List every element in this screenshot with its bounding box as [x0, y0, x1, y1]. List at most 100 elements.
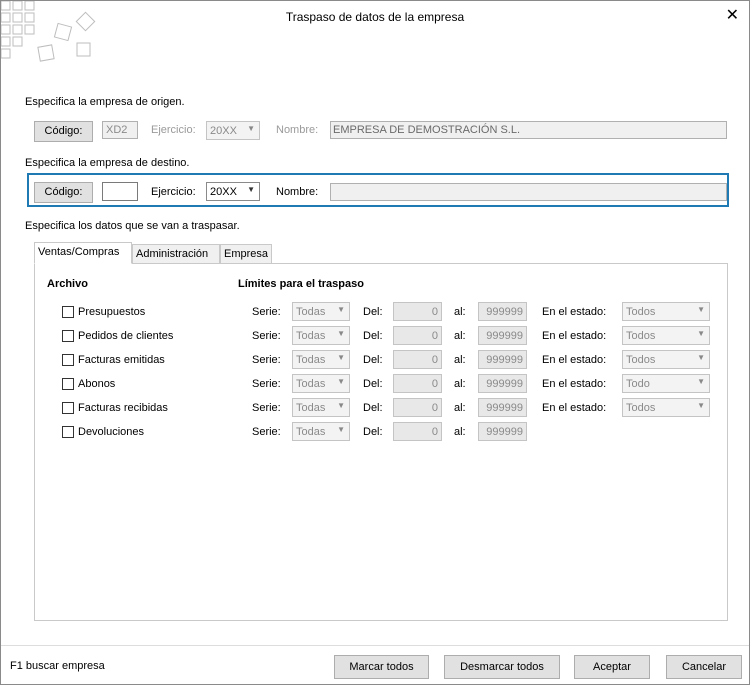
destination-section-label: Especifica la empresa de destino. [25, 157, 190, 169]
estado-select[interactable]: Todos ▼ [622, 326, 710, 345]
al-field[interactable]: 999999 [478, 350, 527, 369]
row-label-facturas-emitidas: Facturas emitidas [78, 354, 165, 366]
checkbox-abonos[interactable] [62, 378, 74, 390]
del-label: Del: [363, 330, 383, 342]
serie-value: Todas [296, 306, 326, 318]
serie-label: Serie: [252, 354, 281, 366]
estado-select[interactable]: Todos ▼ [622, 302, 710, 321]
destination-codigo-field[interactable] [102, 182, 138, 201]
chevron-down-icon: ▼ [697, 329, 705, 338]
estado-select[interactable]: Todos ▼ [622, 350, 710, 369]
estado-value: Todos [626, 402, 656, 414]
destination-codigo-button[interactable]: Código: [34, 182, 93, 203]
checkbox-facturas-emitidas[interactable] [62, 354, 74, 366]
origin-ejercicio-select[interactable]: 20XX ▼ [206, 121, 260, 140]
del-field[interactable]: 0 [393, 350, 442, 369]
tab-ventas-compras[interactable]: Ventas/Compras [34, 242, 132, 264]
tab-administracion[interactable]: Administración [132, 244, 220, 264]
serie-value: Todas [296, 378, 326, 390]
row-label-abonos: Abonos [78, 378, 116, 390]
row-label-facturas-recibidas: Facturas recibidas [78, 402, 168, 414]
aceptar-button[interactable]: Aceptar [574, 655, 650, 679]
chevron-down-icon: ▼ [697, 401, 705, 410]
origin-section-label: Especifica la empresa de origen. [25, 96, 185, 108]
chevron-down-icon: ▼ [247, 185, 255, 194]
del-label: Del: [363, 426, 383, 438]
estado-value: Todos [626, 306, 656, 318]
serie-select[interactable]: Todas ▼ [292, 302, 350, 321]
estado-label: En el estado: [542, 354, 607, 366]
origin-ejercicio-label: Ejercicio: [151, 124, 196, 136]
serie-label: Serie: [252, 426, 281, 438]
row-label-pedidos-clientes: Pedidos de clientes [78, 330, 174, 342]
al-label: al: [454, 330, 466, 342]
estado-label: En el estado: [542, 306, 607, 318]
chevron-down-icon: ▼ [337, 329, 345, 338]
archivo-header: Archivo [47, 278, 88, 290]
origin-codigo-button[interactable]: Código: [34, 121, 93, 142]
al-label: al: [454, 426, 466, 438]
checkbox-facturas-recibidas[interactable] [62, 402, 74, 414]
origin-nombre-field[interactable]: EMPRESA DE DEMOSTRACIÓN S.L. [330, 121, 727, 139]
destination-nombre-label: Nombre: [276, 186, 319, 198]
al-field[interactable]: 999999 [478, 374, 527, 393]
origin-ejercicio-value: 20XX [210, 125, 237, 137]
serie-select[interactable]: Todas ▼ [292, 326, 350, 345]
estado-value: Todo [626, 378, 650, 390]
estado-select[interactable]: Todo ▼ [622, 374, 710, 393]
checkbox-devoluciones[interactable] [62, 426, 74, 438]
chevron-down-icon: ▼ [247, 124, 255, 133]
del-field[interactable]: 0 [393, 302, 442, 321]
marcar-todos-button[interactable]: Marcar todos [334, 655, 429, 679]
serie-label: Serie: [252, 306, 281, 318]
chevron-down-icon: ▼ [697, 305, 705, 314]
serie-select[interactable]: Todas ▼ [292, 350, 350, 369]
cancelar-button[interactable]: Cancelar [666, 655, 742, 679]
al-label: al: [454, 378, 466, 390]
estado-label: En el estado: [542, 378, 607, 390]
al-label: al: [454, 306, 466, 318]
destination-nombre-field[interactable] [330, 183, 727, 201]
del-field[interactable]: 0 [393, 326, 442, 345]
dialog-title: Traspaso de datos de la empresa [285, 10, 465, 24]
checkbox-pedidos-clientes[interactable] [62, 330, 74, 342]
estado-select[interactable]: Todos ▼ [622, 398, 710, 417]
serie-label: Serie: [252, 330, 281, 342]
del-label: Del: [363, 402, 383, 414]
serie-select[interactable]: Todas ▼ [292, 374, 350, 393]
del-field[interactable]: 0 [393, 374, 442, 393]
al-field[interactable]: 999999 [478, 326, 527, 345]
serie-select[interactable]: Todas ▼ [292, 422, 350, 441]
al-field[interactable]: 999999 [478, 398, 527, 417]
del-field[interactable]: 0 [393, 398, 442, 417]
origin-codigo-field[interactable]: XD2 [102, 121, 138, 139]
tab-empresa[interactable]: Empresa [220, 244, 272, 264]
estado-label: En el estado: [542, 330, 607, 342]
dialog-window: Traspaso de datos de la empresa ✕ Especi… [0, 0, 750, 685]
estado-value: Todos [626, 354, 656, 366]
chevron-down-icon: ▼ [337, 305, 345, 314]
destination-ejercicio-value: 20XX [210, 186, 237, 198]
row-label-presupuestos: Presupuestos [78, 306, 146, 318]
serie-label: Serie: [252, 402, 281, 414]
del-label: Del: [363, 378, 383, 390]
serie-value: Todas [296, 354, 326, 366]
del-field[interactable]: 0 [393, 422, 442, 441]
checkbox-presupuestos[interactable] [62, 306, 74, 318]
serie-value: Todas [296, 330, 326, 342]
al-field[interactable]: 999999 [478, 422, 527, 441]
destination-ejercicio-label: Ejercicio: [151, 186, 196, 198]
desmarcar-todos-button[interactable]: Desmarcar todos [444, 655, 560, 679]
f1-hint: F1 buscar empresa [10, 660, 105, 672]
limits-header: Límites para el traspaso [238, 278, 364, 290]
serie-select[interactable]: Todas ▼ [292, 398, 350, 417]
estado-value: Todos [626, 330, 656, 342]
al-field[interactable]: 999999 [478, 302, 527, 321]
destination-ejercicio-select[interactable]: 20XX ▼ [206, 182, 260, 201]
chevron-down-icon: ▼ [697, 377, 705, 386]
close-icon[interactable]: ✕ [726, 5, 739, 25]
chevron-down-icon: ▼ [337, 377, 345, 386]
chevron-down-icon: ▼ [337, 425, 345, 434]
chevron-down-icon: ▼ [337, 401, 345, 410]
del-label: Del: [363, 306, 383, 318]
